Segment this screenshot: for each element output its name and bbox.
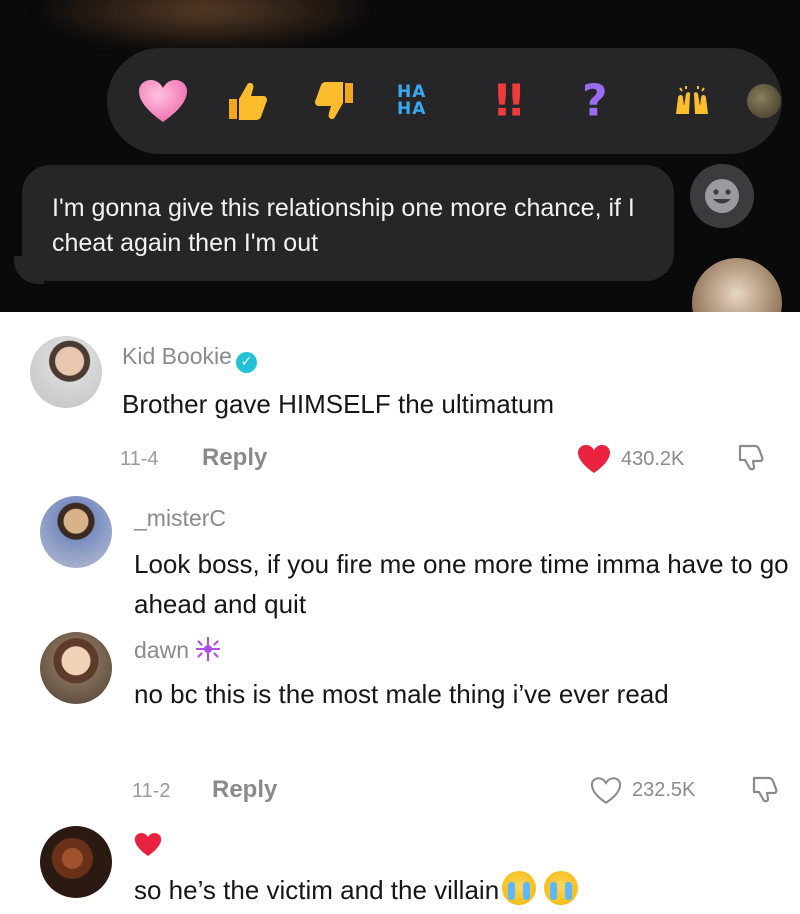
- smiley-icon: [705, 179, 739, 213]
- like-button[interactable]: 430.2K: [577, 444, 684, 474]
- comment-text: so he’s the victim and the villain: [134, 870, 579, 910]
- reply-button[interactable]: Reply: [202, 444, 267, 472]
- raised-hands-icon: [676, 86, 708, 114]
- more-reactions[interactable]: [747, 84, 781, 118]
- comment-text: Look boss, if you fire me one more time …: [134, 549, 789, 619]
- thumbs-down-reaction[interactable]: [313, 79, 357, 123]
- comment-username[interactable]: dawn: [134, 636, 221, 668]
- blurred-background: [40, 0, 370, 50]
- comment-username[interactable]: _misterC: [134, 504, 226, 532]
- heart-filled-icon: [578, 445, 610, 473]
- comment-text: Brother gave HIMSELF the ultimatum: [122, 389, 555, 419]
- emoji-icon: [747, 84, 781, 118]
- thumbs-down-outline-icon: [738, 444, 764, 471]
- like-button[interactable]: 232.5K: [590, 776, 695, 805]
- verified-badge-icon: ✓: [235, 352, 257, 373]
- add-reaction-button[interactable]: [690, 164, 754, 228]
- avatar[interactable]: [40, 632, 112, 704]
- contact-avatar: [692, 258, 782, 312]
- avatar[interactable]: [40, 496, 112, 568]
- chat-screenshot: HA HA !! ? I'm gonna give this relations…: [0, 0, 800, 312]
- like-count: 232.5K: [632, 779, 696, 801]
- heart-icon: [139, 80, 187, 122]
- thumbs-up-icon: [229, 82, 267, 120]
- thumbs-up-reaction[interactable]: [225, 79, 269, 123]
- reaction-picker: HA HA !! ?: [107, 48, 782, 154]
- avatar[interactable]: [30, 336, 102, 408]
- emphasize-reaction[interactable]: !!: [492, 75, 526, 127]
- message-bubble[interactable]: I'm gonna give this relationship one mor…: [22, 165, 674, 281]
- comment-date: 11-2: [132, 780, 171, 802]
- raised-hands-reaction[interactable]: [672, 84, 712, 118]
- dislike-button[interactable]: [736, 442, 766, 477]
- avatar[interactable]: [40, 826, 112, 898]
- question-mark-icon: ?: [582, 75, 608, 127]
- thumbs-down-outline-icon: [752, 776, 778, 803]
- heart-reaction[interactable]: [137, 78, 189, 124]
- dislike-button[interactable]: [750, 774, 780, 809]
- comments-section: Kid Bookie ✓ Brother gave HIMSELF the ult…: [0, 312, 800, 914]
- haha-label: HA HA: [397, 82, 427, 119]
- thumbs-down-icon: [315, 82, 353, 120]
- reply-button[interactable]: Reply: [212, 776, 277, 804]
- like-count: 430.2K: [621, 447, 685, 470]
- heart-outline-icon: [590, 777, 622, 804]
- comment-username[interactable]: Kid Bookie ✓: [122, 342, 257, 373]
- comment-date: 11-4: [120, 448, 159, 470]
- double-exclamation-icon: !!: [492, 75, 526, 127]
- question-reaction[interactable]: ?: [582, 76, 608, 127]
- purple-splat-icon: [195, 636, 221, 668]
- comment-text: no bc this is the most male thing i’ve e…: [134, 679, 669, 709]
- haha-reaction[interactable]: HA HA: [397, 84, 426, 118]
- red-heart-icon: [134, 832, 162, 862]
- loudly-crying-face-icon: [544, 871, 579, 905]
- message-text: I'm gonna give this relationship one mor…: [52, 194, 635, 257]
- loudly-crying-face-icon: [502, 871, 537, 905]
